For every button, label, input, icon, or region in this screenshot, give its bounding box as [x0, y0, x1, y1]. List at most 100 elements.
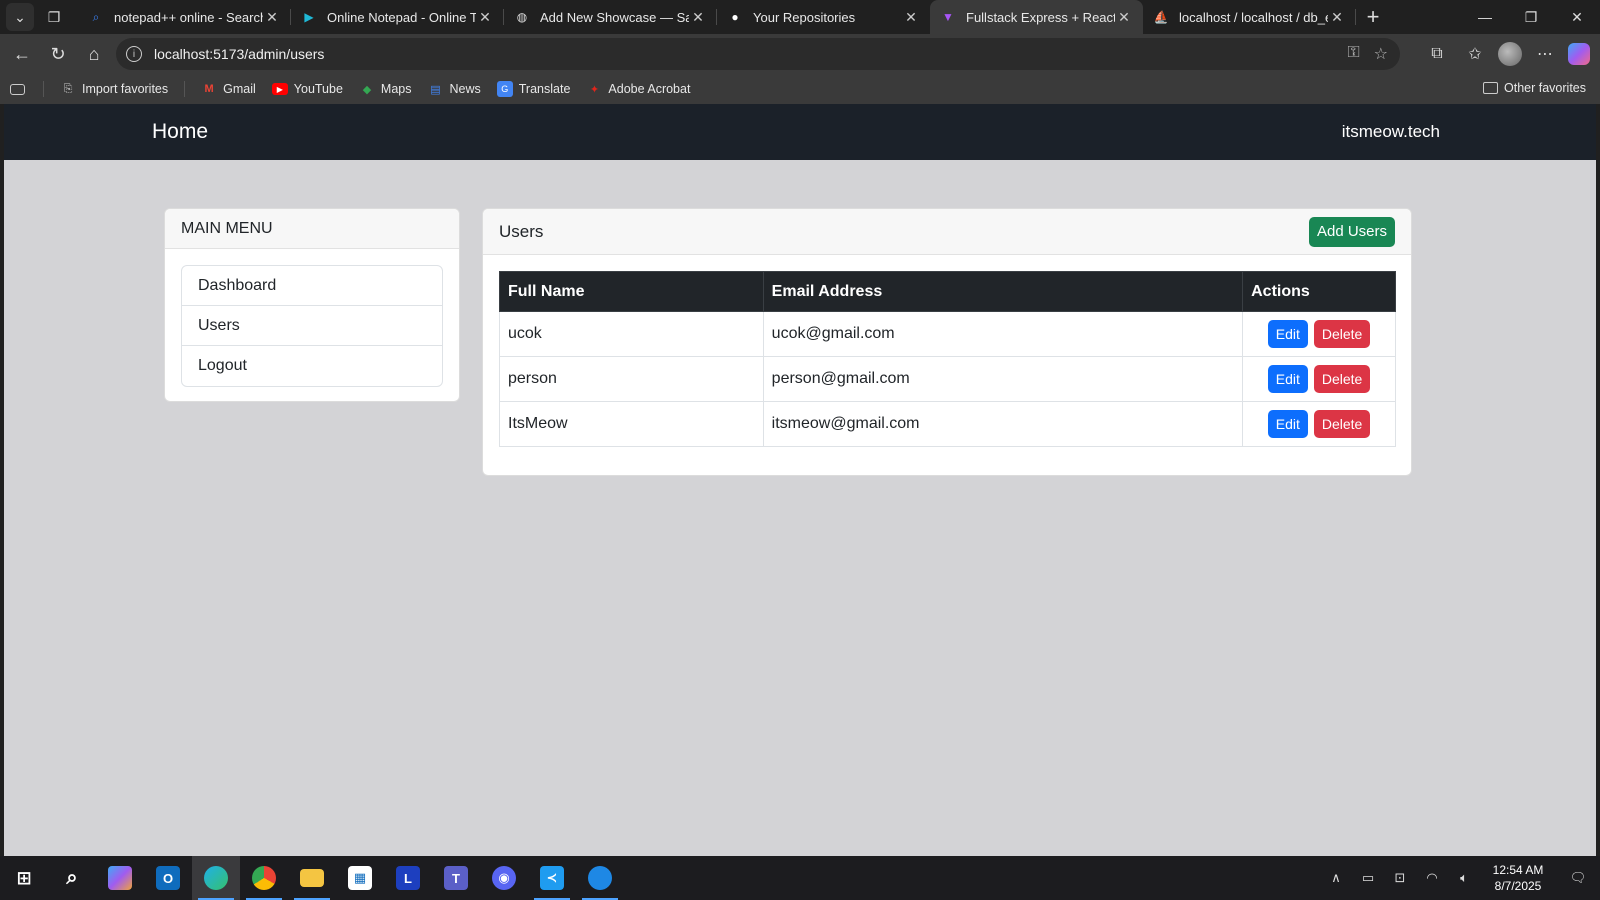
- taskbar-app-store[interactable]: ▦: [336, 856, 384, 900]
- main-menu-title: MAIN MENU: [165, 209, 459, 249]
- refresh-icon[interactable]: ↻: [40, 38, 76, 70]
- tab-actions-chevron-icon[interactable]: ⌄: [6, 3, 34, 31]
- browser-tab-active[interactable]: ▼ Fullstack Express + React ✕: [930, 0, 1143, 34]
- workspaces-icon[interactable]: ❐: [40, 3, 68, 31]
- taskbar-app-mysql[interactable]: [576, 856, 624, 900]
- taskbar-clock[interactable]: 12:54 AM 8/7/2025: [1480, 862, 1556, 894]
- delete-button[interactable]: Delete: [1313, 320, 1371, 348]
- favorite-gmail[interactable]: M Gmail: [201, 81, 256, 97]
- discord-icon: ◉: [492, 866, 516, 890]
- favorite-acrobat[interactable]: ✦ Adobe Acrobat: [586, 81, 691, 97]
- start-button[interactable]: ⊞: [0, 856, 48, 900]
- windows-logo-icon: ⊞: [16, 867, 32, 888]
- actions-cell: Edit Delete: [1242, 356, 1396, 402]
- battery-icon[interactable]: ▭: [1352, 870, 1384, 886]
- edit-button[interactable]: Edit: [1267, 410, 1308, 438]
- menu-item-dashboard[interactable]: Dashboard: [182, 266, 442, 306]
- github-icon: ●: [731, 10, 739, 24]
- new-tab-button[interactable]: +: [1358, 2, 1388, 32]
- address-bar[interactable]: i localhost:5173/admin/users ⚿ ☆: [116, 38, 1400, 70]
- close-tab-icon[interactable]: ✕: [902, 9, 920, 26]
- taskbar-app-vscode[interactable]: ≺: [528, 856, 576, 900]
- favorite-label: News: [449, 82, 481, 96]
- favorite-youtube[interactable]: ▶ YouTube: [271, 82, 343, 96]
- gmail-icon: M: [204, 83, 214, 95]
- menu-item-users[interactable]: Users: [182, 306, 442, 346]
- key-icon[interactable]: ⚿: [1347, 44, 1359, 64]
- taskbar-app-file-explorer[interactable]: [288, 856, 336, 900]
- l-app-icon: L: [396, 866, 420, 890]
- add-users-button[interactable]: Add Users: [1308, 216, 1395, 247]
- extensions-icon[interactable]: ⧉: [1422, 38, 1452, 70]
- site-info-icon[interactable]: i: [126, 46, 142, 62]
- delete-button[interactable]: Delete: [1313, 410, 1371, 438]
- copilot-icon[interactable]: [1568, 43, 1590, 65]
- sidebar-toggle[interactable]: [10, 83, 31, 95]
- tab-title: Online Notepad - Online Text: [327, 9, 476, 25]
- close-tab-icon[interactable]: ✕: [263, 9, 281, 26]
- browser-tab[interactable]: ⛵ localhost / localhost / db_exp ✕: [1143, 0, 1356, 34]
- taskbar-search-button[interactable]: ⌕: [48, 856, 96, 900]
- column-header-full-name: Full Name: [499, 271, 764, 312]
- navbar-brand[interactable]: Home: [152, 120, 208, 144]
- folder-icon: [1483, 82, 1499, 94]
- close-tab-icon[interactable]: ✕: [1115, 9, 1133, 26]
- taskbar-app-copilot[interactable]: [96, 856, 144, 900]
- favorite-translate[interactable]: G Translate: [496, 81, 570, 97]
- favorite-import[interactable]: ⎘ Import favorites: [60, 81, 169, 97]
- favorite-news[interactable]: ▤ News: [428, 81, 481, 97]
- windows-taskbar: ⊞ ⌕ O ▦ L T ◉ ≺ ∧ ▭ ⊡ ◠ 🔈︎ 12:54 AM 8/7/…: [0, 856, 1600, 900]
- table-header-row: Full Name Email Address Actions: [499, 271, 1396, 312]
- users-card: Users Add Users Full Name Email Address …: [482, 208, 1412, 476]
- browser-tab[interactable]: ⌕ notepad++ online - Search ✕: [78, 0, 291, 34]
- edit-button[interactable]: Edit: [1267, 320, 1308, 348]
- taskbar-app-teams[interactable]: T: [432, 856, 480, 900]
- browser-tab[interactable]: ● Your Repositories ✕: [717, 0, 930, 34]
- close-tab-icon[interactable]: ✕: [689, 9, 707, 26]
- delete-button[interactable]: Delete: [1313, 365, 1371, 393]
- restore-icon[interactable]: ❐: [1508, 0, 1554, 34]
- store-icon: ▦: [348, 866, 372, 890]
- favorites-icon[interactable]: ✩: [1460, 38, 1490, 70]
- menu-item-logout[interactable]: Logout: [182, 346, 442, 386]
- tab-list: ⌕ notepad++ online - Search ✕ ▶ Online N…: [78, 0, 1356, 34]
- taskbar-app-outlook[interactable]: O: [144, 856, 192, 900]
- close-window-icon[interactable]: ✕: [1554, 0, 1600, 34]
- navbar-right-link[interactable]: itsmeow.tech: [1342, 122, 1440, 142]
- minimize-icon[interactable]: —: [1462, 0, 1508, 34]
- taskbar-app-edge[interactable]: [192, 856, 240, 900]
- meet-now-icon[interactable]: ⊡: [1384, 870, 1416, 886]
- teams-icon: T: [444, 866, 468, 890]
- other-favorites[interactable]: Other favorites: [1483, 81, 1586, 95]
- edit-button[interactable]: Edit: [1267, 365, 1308, 393]
- profile-avatar[interactable]: [1498, 42, 1522, 66]
- edge-icon: [204, 866, 228, 890]
- address-url[interactable]: localhost:5173/admin/users: [154, 46, 324, 62]
- omnibox-actions: ⚿ ☆: [1347, 44, 1388, 64]
- more-options-icon[interactable]: ⋯: [1530, 38, 1560, 70]
- back-arrow-icon[interactable]: ←: [4, 38, 40, 70]
- wifi-icon[interactable]: ◠: [1416, 870, 1448, 886]
- browser-tab[interactable]: ◍ Add New Showcase — Santri ✕: [504, 0, 717, 34]
- vite-icon: ▼: [942, 10, 954, 24]
- close-tab-icon[interactable]: ✕: [476, 9, 494, 26]
- taskbar-app-discord[interactable]: ◉: [480, 856, 528, 900]
- favorite-star-icon[interactable]: ☆: [1374, 44, 1388, 64]
- browser-tab[interactable]: ▶ Online Notepad - Online Text ✕: [291, 0, 504, 34]
- favorites-divider: [184, 81, 186, 97]
- window-controls: — ❐ ✕: [1462, 0, 1600, 34]
- tab-title: Your Repositories: [753, 9, 856, 25]
- tray-overflow-chevron-icon[interactable]: ∧: [1320, 870, 1352, 886]
- close-tab-icon[interactable]: ✕: [1328, 9, 1346, 26]
- tab-separator: [1355, 9, 1356, 25]
- taskbar-app-l[interactable]: L: [384, 856, 432, 900]
- actions-cell: Edit Delete: [1242, 311, 1396, 357]
- santri-icon: ◍: [516, 10, 528, 24]
- favorite-maps[interactable]: ◆ Maps: [359, 81, 412, 97]
- taskbar-app-chrome[interactable]: [240, 856, 288, 900]
- volume-icon[interactable]: 🔈︎: [1448, 870, 1480, 886]
- notepad-play-icon: ▶: [304, 10, 314, 24]
- search-icon: ⌕: [92, 9, 100, 24]
- notifications-icon[interactable]: 🗨︎: [1556, 870, 1600, 886]
- home-icon[interactable]: ⌂: [76, 38, 112, 70]
